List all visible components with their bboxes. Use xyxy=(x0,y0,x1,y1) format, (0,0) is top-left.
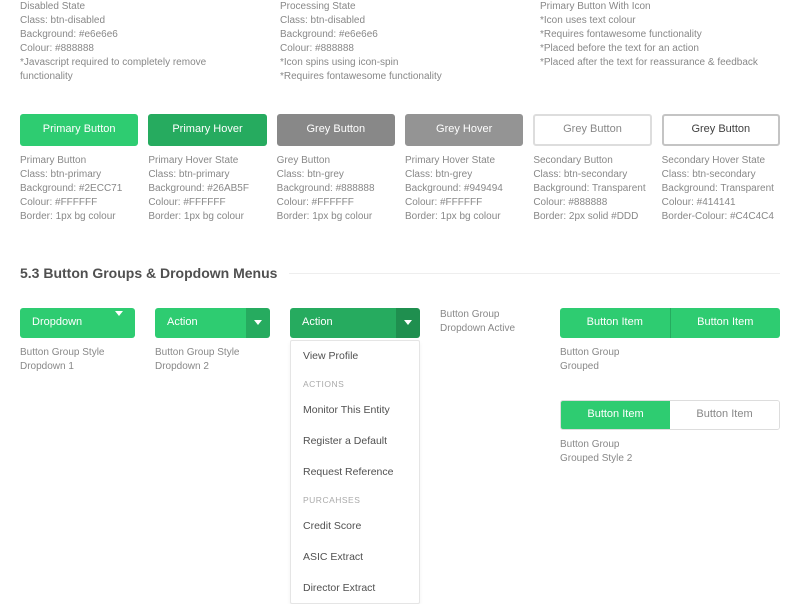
button-btn-primary[interactable]: Primary Button xyxy=(20,114,138,146)
button-btn-secondary[interactable]: Grey Button xyxy=(533,114,651,146)
button-desc-0: Primary ButtonClass: btn-primaryBackgrou… xyxy=(20,154,138,224)
desc-processing-state: Processing State Class: btn-disabled Bac… xyxy=(280,0,520,84)
dropdown-2-button[interactable]: Action xyxy=(155,308,270,338)
button-col-0: Primary Button Primary ButtonClass: btn-p… xyxy=(20,114,138,224)
menu-header-purchases: PURCAHSES xyxy=(291,487,419,511)
dropdown-3-button[interactable]: Action xyxy=(290,308,420,338)
dropdown-2-col: Action Button Group Style Dropdown 2 xyxy=(155,308,270,604)
button-col-1: Primary Hover Primary Hover StateClass: b… xyxy=(148,114,266,224)
menu-item-director-extract[interactable]: Director Extract xyxy=(291,573,419,604)
menu-item-view-profile[interactable]: View Profile xyxy=(291,341,419,372)
caret-down-icon xyxy=(404,320,412,325)
button-group-1: Button Item Button Item xyxy=(560,308,780,338)
dropdown-3-toggle[interactable] xyxy=(396,308,420,338)
menu-item-credit-score[interactable]: Credit Score xyxy=(291,511,419,542)
button-btn-grey-hover[interactable]: Grey Hover xyxy=(405,114,523,146)
button-desc-1: Primary Hover StateClass: btn-primaryBac… xyxy=(148,154,266,224)
top-descriptions: Disabled State Class: btn-disabled Backg… xyxy=(20,0,780,84)
group1-caption: Button Group Grouped xyxy=(560,346,780,374)
menu-item-request-reference[interactable]: Request Reference xyxy=(291,457,419,488)
button-col-5: Grey Button Secondary Hover StateClass: b… xyxy=(662,114,780,224)
caret-down-icon xyxy=(115,315,123,330)
button-groups-col: Button Item Button Item Button Group Gro… xyxy=(560,308,780,604)
button-variants-row: Primary Button Primary ButtonClass: btn-p… xyxy=(20,114,780,224)
dropdown-3-col: Action View Profile ACTIONS Monitor This… xyxy=(290,308,420,604)
group2-caption: Button Group Grouped Style 2 xyxy=(560,438,780,466)
dropdown-3-label: Action xyxy=(302,315,333,330)
group1-item-1[interactable]: Button Item xyxy=(560,308,670,338)
button-group-2: Button Item Button Item xyxy=(560,400,780,430)
button-desc-3: Primary Hover StateClass: btn-greyBackgr… xyxy=(405,154,523,224)
menu-item-register-default[interactable]: Register a Default xyxy=(291,426,419,457)
desc-disabled-state: Disabled State Class: btn-disabled Backg… xyxy=(20,0,260,84)
dropdown-3-menu: View Profile ACTIONS Monitor This Entity… xyxy=(290,340,420,604)
dropdown-3-caption-col: Button Group Dropdown Active xyxy=(440,308,540,604)
button-desc-2: Grey ButtonClass: btn-greyBackground: #8… xyxy=(277,154,395,224)
desc-primary-with-icon: Primary Button With Icon *Icon uses text… xyxy=(540,0,780,84)
group2-item-1[interactable]: Button Item xyxy=(561,401,670,429)
button-btn-grey[interactable]: Grey Button xyxy=(277,114,395,146)
button-col-2: Grey Button Grey ButtonClass: btn-greyBac… xyxy=(277,114,395,224)
dropdown-1-label: Dropdown xyxy=(32,315,82,330)
button-col-4: Grey Button Secondary ButtonClass: btn-se… xyxy=(533,114,651,224)
menu-item-monitor[interactable]: Monitor This Entity xyxy=(291,395,419,426)
menu-item-asic-extract[interactable]: ASIC Extract xyxy=(291,542,419,573)
caret-down-icon xyxy=(254,320,262,325)
group1-item-2[interactable]: Button Item xyxy=(670,308,781,338)
dropdown-3-caption: Button Group Dropdown Active xyxy=(440,308,540,336)
dropdown-2-caption: Button Group Style Dropdown 2 xyxy=(155,346,270,374)
group2-item-2[interactable]: Button Item xyxy=(670,401,779,429)
dropdown-2-toggle[interactable] xyxy=(246,308,270,338)
button-desc-5: Secondary Hover StateClass: btn-secondar… xyxy=(662,154,780,224)
dropdown-1-button[interactable]: Dropdown xyxy=(20,308,135,338)
section-title: 5.3 Button Groups & Dropdown Menus xyxy=(20,264,780,284)
button-desc-4: Secondary ButtonClass: btn-secondaryBack… xyxy=(533,154,651,224)
button-col-3: Grey Hover Primary Hover StateClass: btn-… xyxy=(405,114,523,224)
dropdowns-section: Dropdown Button Group Style Dropdown 1 A… xyxy=(20,308,780,604)
menu-header-actions: ACTIONS xyxy=(291,371,419,395)
dropdown-1-caption: Button Group Style Dropdown 1 xyxy=(20,346,135,374)
dropdown-1-col: Dropdown Button Group Style Dropdown 1 xyxy=(20,308,135,604)
button-btn-primary-hover[interactable]: Primary Hover xyxy=(148,114,266,146)
button-btn-secondary-hover[interactable]: Grey Button xyxy=(662,114,780,146)
dropdown-2-label: Action xyxy=(167,315,198,330)
